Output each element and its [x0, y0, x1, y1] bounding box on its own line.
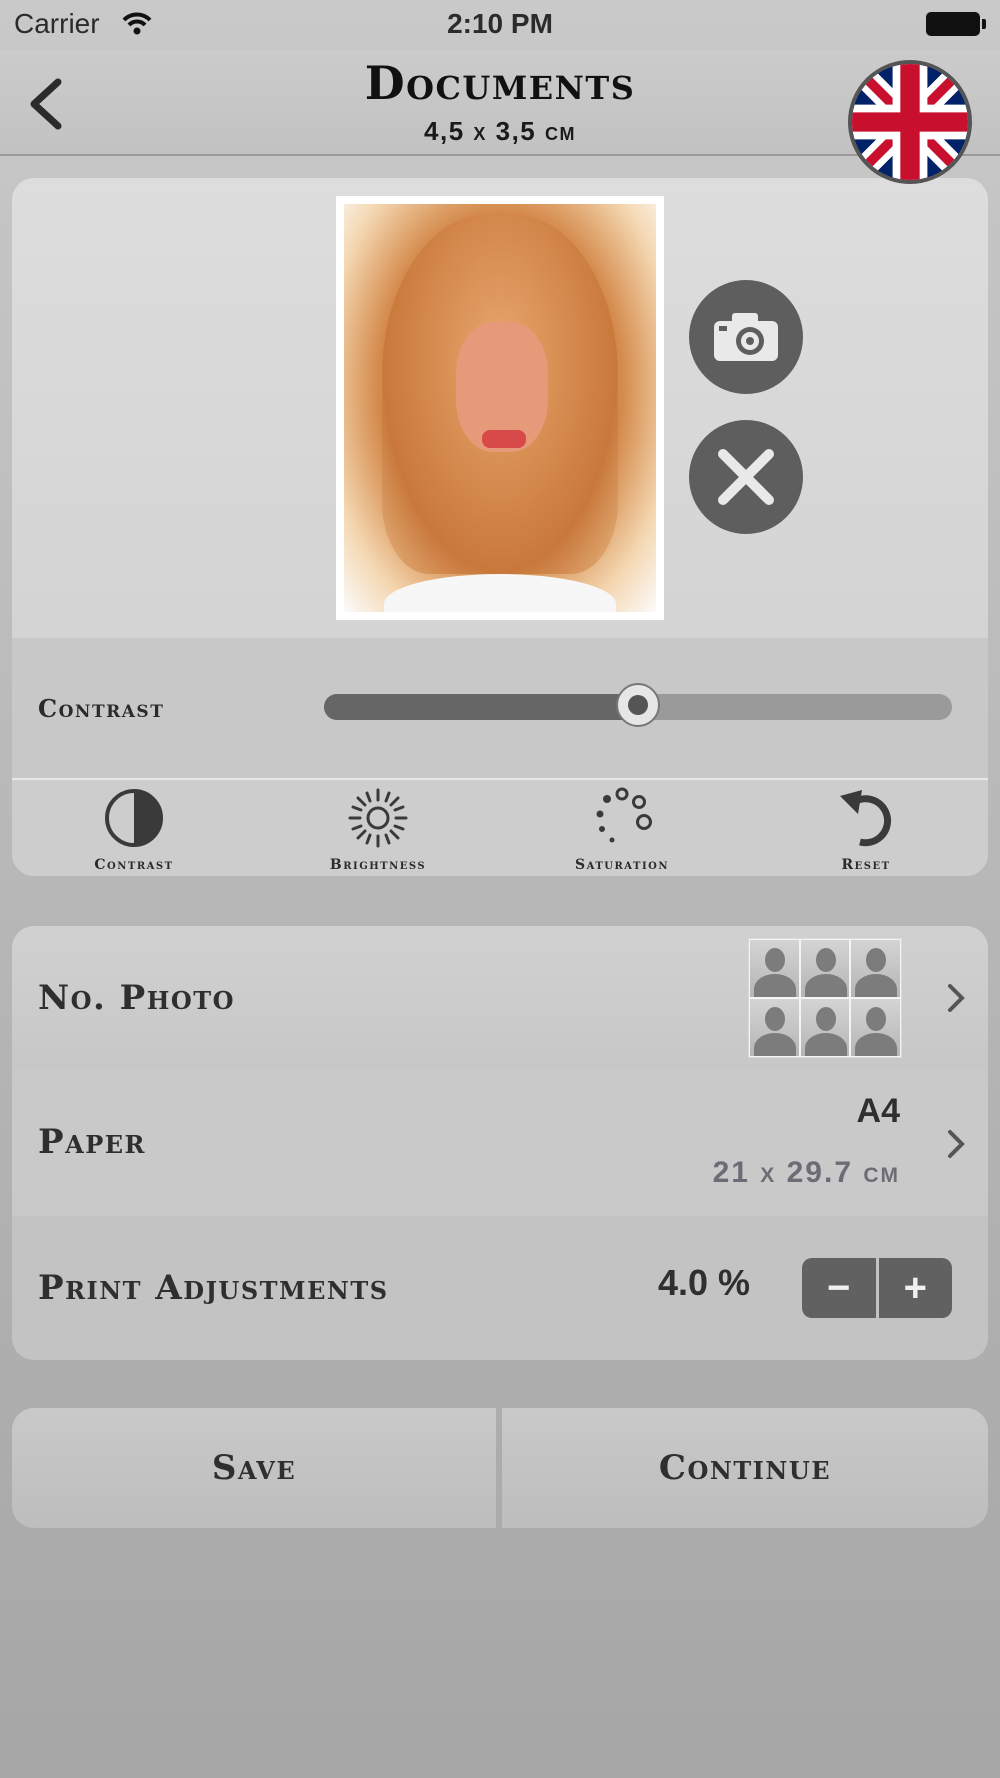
print-settings-panel: No. Photo Paper A4 21 x 29.7 cm Print Ad… — [12, 926, 988, 1360]
continue-button[interactable]: Continue — [502, 1408, 988, 1528]
brightness-tool[interactable]: Brightness — [256, 780, 500, 876]
photo-frame — [336, 196, 664, 620]
adjustment-toolbar: Contrast Brightness Saturation Reset — [12, 780, 988, 876]
reset-tool-label: Reset — [841, 857, 891, 873]
reset-icon — [840, 790, 892, 847]
brightness-icon — [348, 788, 408, 848]
page-title: Documents — [364, 56, 636, 110]
paper-label: Paper — [38, 1122, 146, 1162]
silhouette-icon — [750, 940, 799, 997]
status-bar: Carrier 2:10 PM — [0, 0, 1000, 50]
decrement-button[interactable]: − — [802, 1258, 876, 1318]
increment-button[interactable]: + — [875, 1258, 952, 1318]
slider-fill — [324, 694, 638, 720]
contrast-tool[interactable]: Contrast — [12, 780, 256, 876]
contrast-tool-label: Contrast — [94, 857, 174, 873]
battery-icon — [926, 12, 986, 36]
silhouette-icon — [800, 940, 850, 997]
save-button[interactable]: Save — [12, 1408, 496, 1528]
print-adjustments-row: Print Adjustments 4.0 % − + — [12, 1216, 988, 1360]
photo-count-label: No. Photo — [38, 978, 236, 1018]
paper-dimensions: 21 x 29.7 cm — [712, 1156, 900, 1189]
silhouette-icon — [851, 999, 900, 1056]
print-adjustments-label: Print Adjustments — [38, 1268, 389, 1308]
print-adjustment-stepper: − + — [802, 1258, 952, 1318]
silhouette-icon — [851, 940, 900, 997]
uk-flag-icon[interactable] — [848, 60, 972, 184]
saturation-tool[interactable]: Saturation — [500, 780, 744, 876]
photo-count-row[interactable]: No. Photo — [12, 926, 988, 1070]
slider-knob[interactable] — [616, 683, 660, 727]
chevron-right-icon — [948, 984, 965, 1012]
paper-row[interactable]: Paper A4 21 x 29.7 cm — [12, 1070, 988, 1216]
photo-layout-preview — [748, 938, 902, 1058]
portrait-photo[interactable] — [344, 204, 656, 612]
clock: 2:10 PM — [447, 8, 553, 39]
close-icon — [718, 449, 774, 505]
contrast-icon — [105, 789, 163, 847]
camera-button[interactable] — [689, 280, 803, 394]
brightness-tool-label: Brightness — [329, 857, 427, 873]
delete-photo-button[interactable] — [689, 420, 803, 534]
silhouette-icon — [750, 999, 799, 1056]
saturation-icon — [596, 787, 652, 843]
contrast-label: Contrast — [38, 694, 165, 723]
contrast-adjustment-row: Contrast — [12, 638, 988, 780]
photo-editor-panel: Contrast Contrast Brightness Saturation … — [12, 178, 988, 876]
reset-tool[interactable]: Reset — [744, 780, 988, 876]
paper-size: A4 — [856, 1092, 900, 1130]
contrast-slider[interactable] — [324, 683, 952, 727]
silhouette-icon — [800, 999, 850, 1056]
saturation-tool-label: Saturation — [575, 857, 669, 873]
camera-icon — [714, 313, 778, 361]
chevron-right-icon — [948, 1130, 965, 1158]
print-adjustment-value: 4.0 % — [658, 1262, 751, 1303]
